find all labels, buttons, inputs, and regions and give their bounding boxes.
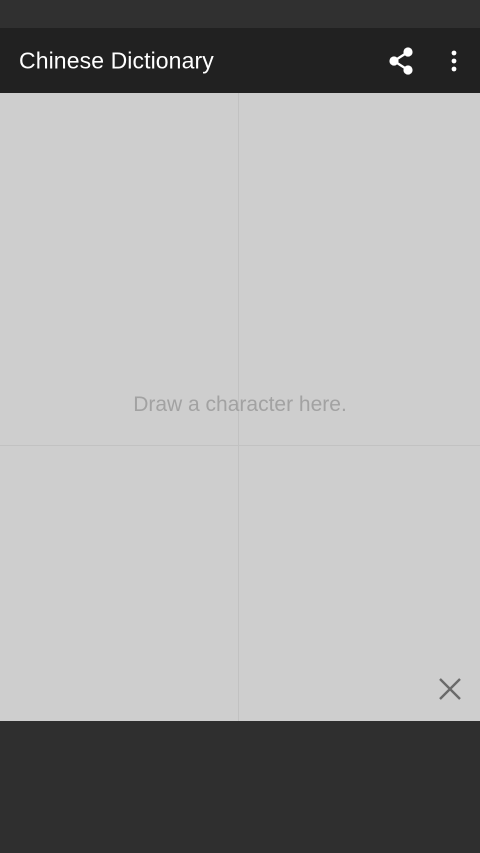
status-bar [0, 0, 480, 28]
share-icon [387, 46, 415, 76]
more-options-button[interactable] [438, 28, 470, 93]
horizontal-guide-line [0, 445, 480, 446]
draw-hint-text: Draw a character here. [133, 393, 347, 416]
app-title: Chinese Dictionary [19, 47, 214, 73]
close-icon [437, 676, 463, 707]
results-area [0, 721, 480, 853]
clear-drawing-button[interactable] [430, 671, 470, 711]
drawing-canvas[interactable]: Draw a character here. [0, 93, 480, 721]
app-bar: Chinese Dictionary [0, 28, 480, 93]
more-vertical-icon [450, 50, 458, 72]
share-button[interactable] [380, 28, 422, 93]
